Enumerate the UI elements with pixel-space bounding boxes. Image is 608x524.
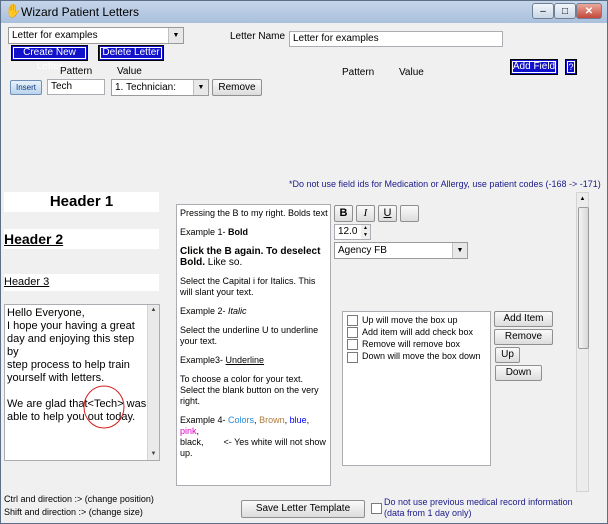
header-2[interactable]: Header 2 xyxy=(4,229,159,249)
bold-button[interactable]: B xyxy=(334,205,353,222)
value-header-right: Value xyxy=(399,67,424,78)
checkbox[interactable] xyxy=(347,315,358,327)
letter-name-input[interactable]: Letter for examples xyxy=(289,31,503,47)
remove-field-button[interactable]: Remove xyxy=(212,79,262,96)
header-1[interactable]: Header 1 xyxy=(4,192,159,212)
chevron-down-icon: ▼ xyxy=(452,243,467,258)
stepper-up-icon[interactable]: ▲ xyxy=(361,225,370,232)
checkbox[interactable] xyxy=(347,327,358,339)
pattern-header-right: Pattern xyxy=(342,67,375,78)
checklist-item[interactable]: Remove will remove box xyxy=(347,338,481,351)
remove-item-button[interactable]: Remove xyxy=(494,329,553,345)
window-title: Wizard Patient Letters xyxy=(21,5,140,19)
checklist-item[interactable]: Down will move the box down xyxy=(347,350,481,363)
move-up-button[interactable]: Up xyxy=(495,347,520,363)
scroll-up-icon[interactable]: ▲ xyxy=(577,193,588,205)
pattern-input[interactable]: Tech xyxy=(47,79,105,95)
skip-history-checkbox[interactable] xyxy=(371,503,382,514)
main-scrollbar[interactable]: ▲ xyxy=(576,192,589,492)
delete-letter-button[interactable]: Delete Letter xyxy=(98,45,164,61)
help-button[interactable]: ? xyxy=(565,59,577,75)
instructions-content: Pressing the B to my right. Bolds text E… xyxy=(180,208,328,458)
add-field-button[interactable]: Add Field xyxy=(510,59,558,75)
pattern-header: Pattern xyxy=(60,66,93,77)
move-down-button[interactable]: Down xyxy=(495,365,542,381)
close-button[interactable]: ✕ xyxy=(576,3,602,19)
checklist-box: Up will move the box up Add item will ad… xyxy=(342,311,491,466)
field-id-warning: *Do not use field ids for Medication or … xyxy=(289,179,601,189)
italic-button[interactable]: I xyxy=(356,205,375,222)
value-select[interactable]: 1. Technician: ▼ xyxy=(111,79,209,96)
position-hint: Ctrl and direction :> (change position) xyxy=(4,494,154,504)
save-template-button[interactable]: Save Letter Template xyxy=(241,500,365,518)
insert-button[interactable]: Insert xyxy=(10,80,42,95)
chevron-down-icon: ▼ xyxy=(168,28,183,43)
letter-select[interactable]: Letter for examples ▼ xyxy=(8,27,184,44)
instructions-textbox[interactable]: Pressing the B to my right. Bolds text E… xyxy=(176,204,331,486)
skip-history-label-2: (data from 1 day only) xyxy=(384,508,472,518)
chevron-down-icon: ▼ xyxy=(193,80,208,95)
body-scrollbar[interactable]: ▲ ▼ xyxy=(147,305,159,460)
font-family-select[interactable]: Agency FB ▼ xyxy=(334,242,468,259)
annotation-circle xyxy=(83,385,125,429)
maximize-button[interactable]: □ xyxy=(554,3,576,19)
underline-button[interactable]: U xyxy=(378,205,397,222)
color-button[interactable] xyxy=(400,205,419,222)
checklist-item[interactable]: Add item will add check box xyxy=(347,326,481,339)
scroll-down-icon[interactable]: ▼ xyxy=(148,449,159,460)
font-size-stepper[interactable]: 12.0 ▲ ▼ xyxy=(334,224,371,240)
app-icon: ✋ xyxy=(5,3,22,18)
stepper-down-icon[interactable]: ▼ xyxy=(361,232,370,239)
checkbox[interactable] xyxy=(347,351,358,363)
header-3[interactable]: Header 3 xyxy=(4,274,159,291)
skip-history-label-1: Do not use previous medical record infor… xyxy=(384,497,573,507)
size-hint: Shift and direction :> (change size) xyxy=(4,507,143,517)
add-item-button[interactable]: Add Item xyxy=(494,311,553,327)
title-bar: ✋ Wizard Patient Letters – □ ✕ xyxy=(1,1,607,23)
letter-name-label: Letter Name xyxy=(230,31,286,42)
scroll-up-icon[interactable]: ▲ xyxy=(148,305,159,316)
checkbox[interactable] xyxy=(347,339,358,351)
minimize-button[interactable]: – xyxy=(532,3,554,19)
checklist-item[interactable]: Up will move the box up xyxy=(347,314,481,327)
wizard-window: ✋ Wizard Patient Letters – □ ✕ Letter fo… xyxy=(0,0,608,524)
create-letter-button[interactable]: Create New Letter xyxy=(11,45,88,72)
value-header: Value xyxy=(117,66,142,77)
scroll-thumb[interactable] xyxy=(578,207,589,349)
